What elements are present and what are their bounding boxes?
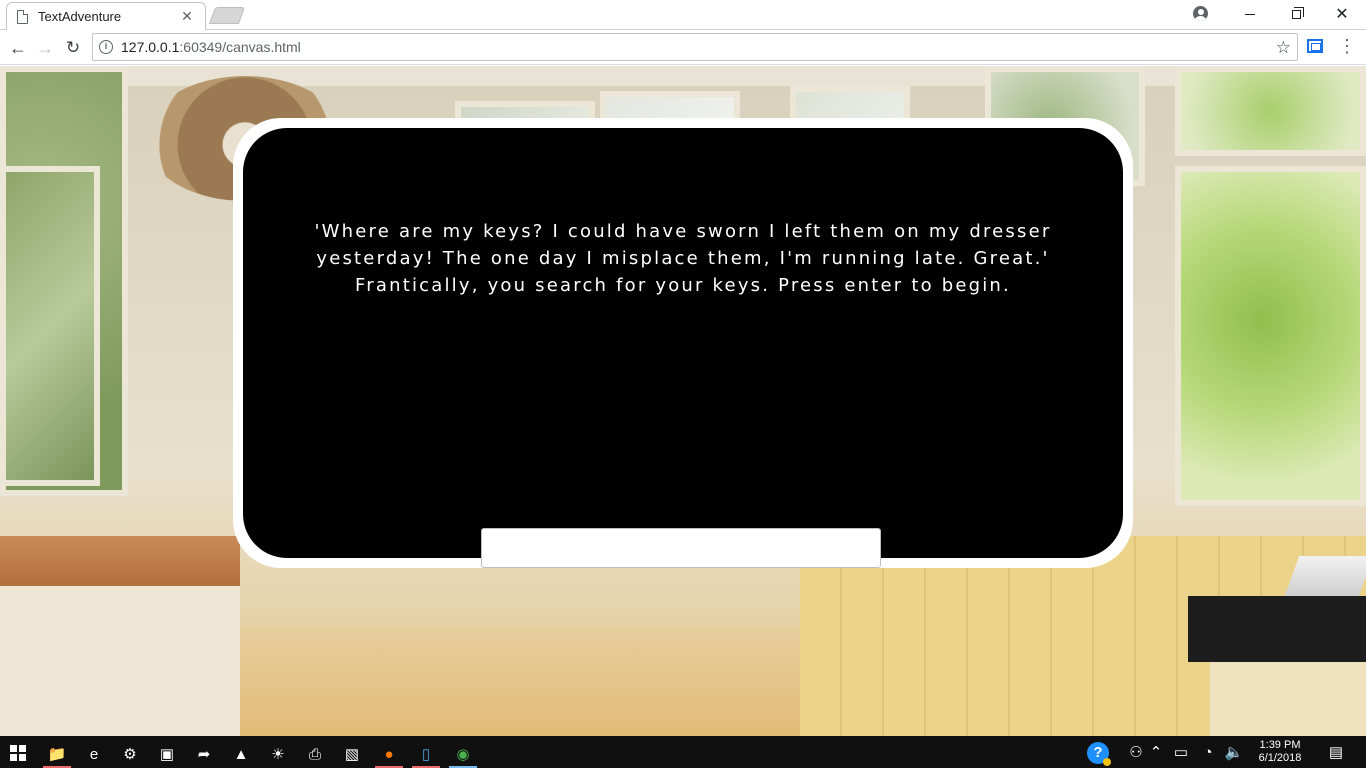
profile-icon[interactable] [1193,6,1208,21]
cast-icon[interactable] [1307,39,1323,53]
info-icon[interactable]: i [99,40,113,54]
more-menu-icon[interactable]: ⋮ [1338,37,1356,55]
brightness-icon[interactable]: ☀ [260,740,296,768]
volume-icon[interactable]: 🔈 [1224,738,1244,766]
browser-tab[interactable]: TextAdventure ✕ [6,2,206,30]
story-text: 'Where are my keys? I could have sworn I… [314,221,1052,296]
file-explorer-icon[interactable]: 📁 [39,740,75,768]
notifications-icon[interactable]: ▤ [1318,738,1354,766]
internet-explorer-icon[interactable]: e [76,740,112,768]
control-panel-icon[interactable]: ⚙ [112,740,148,768]
restore-button[interactable] [1273,0,1319,28]
browser-tabstrip: TextAdventure ✕ ✕ [0,0,1366,30]
firefox-icon[interactable]: ● [371,740,407,768]
close-tab-icon[interactable]: ✕ [179,8,195,25]
restore-icon [1291,6,1304,19]
clock-date: 6/1/2018 [1258,752,1302,764]
minimize-button[interactable] [1227,0,1273,28]
game-canvas[interactable]: 'Where are my keys? I could have sworn I… [243,128,1123,558]
bookmark-star-icon[interactable]: ☆ [1276,38,1291,58]
app-frame-icon[interactable]: ▯ [408,740,444,768]
battery-icon[interactable]: ▭ [1171,738,1191,766]
start-button[interactable] [10,745,26,761]
reload-button[interactable]: ↻ [61,36,85,60]
printer-icon[interactable]: ⎙ [297,740,333,768]
windows-taskbar: 📁 e ⚙ ▣ ➦ ▲ ☀ ⎙ ▧ ● ▯ ◉ ⚇ ⌃ ▭ ◔ 🔈 1:39 P… [0,736,1366,768]
back-button[interactable]: ← [6,36,30,60]
address-bar[interactable]: i 127.0.0.1:60349/canvas.html ☆ [92,33,1298,61]
photo-viewer-icon[interactable]: ▣ [149,740,185,768]
clock-time: 1:39 PM [1259,739,1301,751]
shortcut-icon[interactable]: ➦ [186,740,222,768]
url-path: :60349/canvas.html [179,39,301,55]
close-window-button[interactable]: ✕ [1319,0,1365,28]
forward-button[interactable]: → [33,36,57,60]
chrome-icon[interactable]: ◉ [445,740,481,768]
command-input[interactable] [481,528,881,568]
google-drive-icon[interactable]: ▲ [223,740,259,768]
wifi-icon[interactable]: ◔ [1198,738,1218,766]
new-tab-button[interactable] [208,7,246,24]
browser-toolbar: ← → ↻ i 127.0.0.1:60349/canvas.html ☆ ⋮ [0,30,1366,65]
document-icon [17,9,28,24]
help-icon[interactable]: ? [1087,742,1111,766]
tray-overflow-icon[interactable]: ⌃ [1146,738,1166,766]
url-text: 127.0.0.1:60349/canvas.html [121,39,301,55]
url-host: 127.0.0.1 [121,39,180,55]
tab-title: TextAdventure [38,9,122,24]
clock[interactable]: 1:39 PM 6/1/2018 [1252,739,1308,765]
photos-icon[interactable]: ▧ [334,740,370,768]
minimize-icon [1245,13,1255,15]
